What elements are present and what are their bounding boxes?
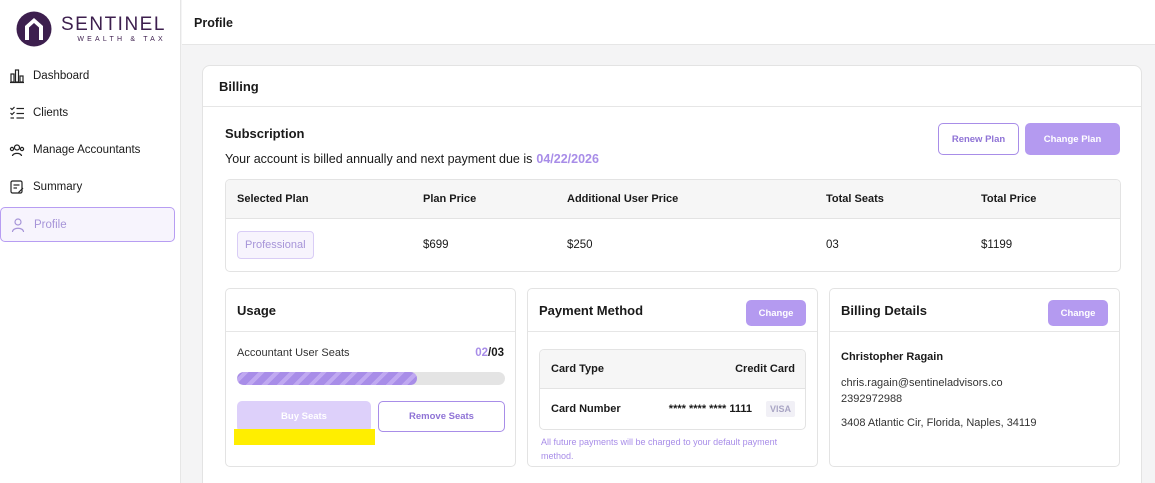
sidebar-item-label: Dashboard [33,69,90,82]
card-type-label: Card Type [551,363,604,375]
sidebar-item-clients[interactable]: Clients [0,94,175,131]
seats-used: 02 [475,347,488,359]
seats-label: Accountant User Seats [237,347,350,359]
billing-details-title: Billing Details [841,302,927,318]
sidebar-item-profile[interactable]: Profile [0,207,175,242]
brand-tagline: WEALTH & TAX [77,36,166,43]
billing-name: Christopher Ragain [841,351,944,363]
usage-title: Usage [226,289,515,332]
sentinel-logo-icon [16,11,52,47]
change-payment-button[interactable]: Change [746,300,806,326]
summary-icon [10,179,24,194]
bar-chart-icon [10,68,24,83]
column-header: Additional User Price [567,193,679,205]
total-price: $1199 [981,239,1013,251]
payment-method-header: Payment Method Change [528,289,817,332]
seats-progress-bar [237,372,505,385]
card-type-row: Card Type Credit Card [540,350,805,389]
subscription-title: Subscription [225,126,305,141]
billing-address: 3408 Atlantic Cir, Florida, Naples, 3411… [841,417,1037,429]
billing-title: Billing [203,66,1141,107]
billing-details-header: Billing Details Change [830,289,1119,332]
next-payment-date: 04/22/2026 [536,152,599,166]
visa-icon: VISA [765,400,795,417]
plan-table: Selected Plan Plan Price Additional User… [225,179,1121,272]
payment-note: All future payments will be charged to y… [541,437,778,461]
sidebar-item-label: Summary [33,180,83,193]
column-header: Total Seats [826,193,884,205]
billing-email: chris.ragain@sentineladvisors.co [841,377,1003,389]
total-seats: 03 [826,239,839,251]
payment-method-title: Payment Method [539,302,644,318]
change-plan-button[interactable]: Change Plan [1025,123,1120,155]
sidebar-nav: Dashboard Clients Manage Accountants Sum… [0,57,175,242]
column-header: Selected Plan [237,193,309,205]
sidebar-item-manage-accountants[interactable]: Manage Accountants [0,131,175,168]
column-header: Total Price [981,193,1037,205]
sidebar-item-label: Clients [33,106,69,119]
card-number-label: Card Number [551,402,621,415]
payment-method-card: Payment Method Change Card Type Credit C… [527,288,818,467]
user-icon [11,217,25,232]
sidebar-item-dashboard[interactable]: Dashboard [0,57,175,94]
column-header: Plan Price [423,193,477,205]
payment-table: Card Type Credit Card Card Number **** *… [539,349,806,430]
sidebar: SENTINEL WEALTH & TAX Dashboard Clients … [0,0,181,483]
highlight-marker [234,429,375,445]
brand-name: SENTINEL [61,14,166,35]
remove-seats-button[interactable]: Remove Seats [378,401,505,432]
billing-card: Billing Subscription Your account is bil… [202,65,1142,483]
subscription-info: Your account is billed annually and next… [225,152,599,166]
change-billing-details-button[interactable]: Change [1048,300,1108,326]
billing-text: Your account is billed annually and next… [225,152,533,166]
table-row: Professional $699 $250 03 $1199 [226,219,1120,271]
plan-price: $699 [423,239,449,251]
top-bar: Profile [182,0,1155,45]
renew-plan-button[interactable]: Renew Plan [938,123,1019,155]
brand-logo[interactable]: SENTINEL WEALTH & TAX [16,11,166,47]
sidebar-item-label: Profile [34,218,67,231]
seats-progress-fill [237,372,417,385]
billing-phone: 2392972988 [841,393,903,405]
plan-badge: Professional [237,231,314,259]
additional-user-price: $250 [567,239,593,251]
billing-details-card: Billing Details Change Christopher Ragai… [829,288,1120,467]
seats-total: 03 [491,347,504,359]
sidebar-item-summary[interactable]: Summary [0,168,175,205]
card-number-row: Card Number **** **** **** 1111 VISA [540,389,805,428]
seats-count: 02/03 [475,347,504,359]
plan-table-header: Selected Plan Plan Price Additional User… [226,180,1120,219]
card-type-value: Credit Card [735,363,795,375]
sidebar-item-label: Manage Accountants [33,143,141,156]
card-number-value: **** **** **** 1111 [668,402,752,415]
users-icon [9,143,25,156]
checklist-icon [10,106,24,119]
buy-seats-button[interactable]: Buy Seats [237,401,371,432]
page-title: Profile [194,16,233,30]
